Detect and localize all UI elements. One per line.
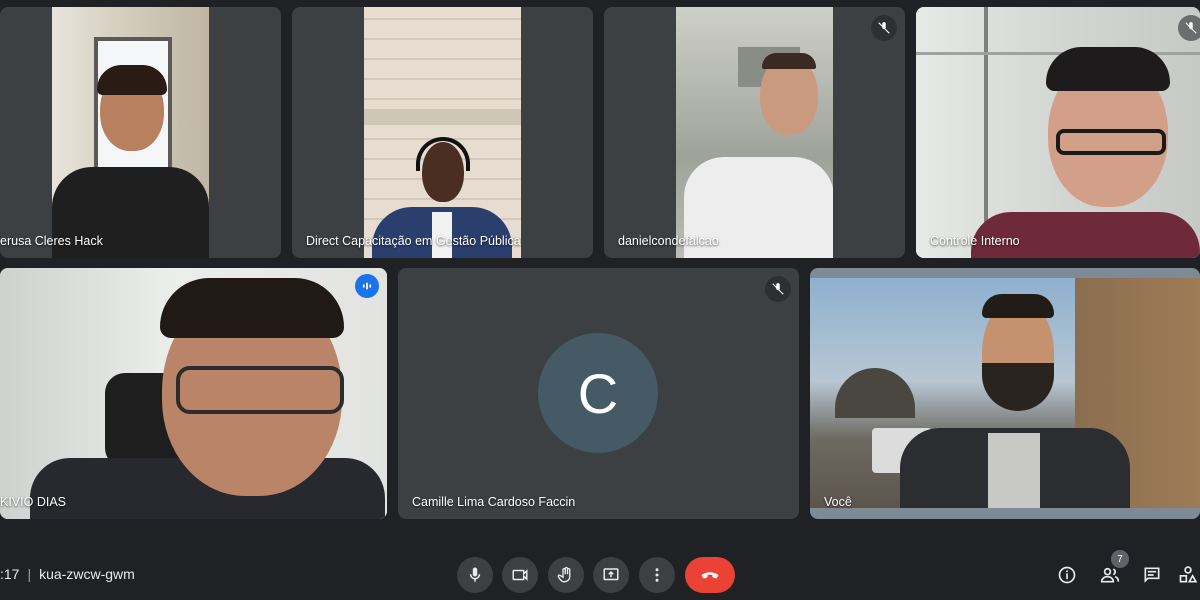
participant-tile-2[interactable]: Direct Capacitação em Gestão Pública bbox=[292, 7, 593, 258]
people-icon bbox=[1100, 567, 1120, 583]
participant-video bbox=[364, 7, 521, 258]
participant-name: erusa Cleres Hack bbox=[0, 234, 103, 248]
participant-tile-self[interactable]: Você bbox=[810, 268, 1200, 519]
participant-name: Camille Lima Cardoso Faccin bbox=[412, 495, 576, 509]
microphone-button[interactable] bbox=[457, 557, 493, 593]
avatar: C bbox=[538, 333, 658, 453]
participant-video bbox=[916, 7, 1200, 258]
present-screen-icon bbox=[603, 568, 619, 581]
camera-button[interactable] bbox=[502, 557, 538, 593]
participant-count-badge: 7 bbox=[1111, 550, 1129, 568]
chat-button[interactable] bbox=[1137, 560, 1167, 590]
muted-mic-icon bbox=[1178, 15, 1200, 41]
participant-name: danielcondefalcao bbox=[618, 234, 719, 248]
raise-hand-button[interactable] bbox=[548, 557, 584, 593]
activities-icon bbox=[1179, 566, 1198, 583]
separator: | bbox=[27, 566, 32, 582]
participant-tile-4[interactable]: Controle Interno bbox=[916, 7, 1200, 258]
end-call-icon bbox=[701, 572, 719, 579]
chat-icon bbox=[1144, 567, 1160, 583]
people-button[interactable]: 7 bbox=[1095, 550, 1129, 590]
participant-tile-3[interactable]: danielcondefalcao bbox=[604, 7, 905, 258]
participant-tile-6[interactable]: C Camille Lima Cardoso Faccin bbox=[398, 268, 799, 519]
more-options-icon bbox=[655, 568, 659, 582]
meeting-info: :17 | kua-zwcw-gwm bbox=[0, 566, 135, 582]
participant-video bbox=[810, 268, 1200, 519]
meeting-time: :17 bbox=[0, 566, 20, 582]
muted-mic-icon bbox=[765, 276, 791, 302]
participant-name: Direct Capacitação em Gestão Pública bbox=[306, 234, 521, 248]
participant-video bbox=[0, 268, 387, 519]
meeting-code: kua-zwcw-gwm bbox=[39, 566, 135, 582]
info-icon bbox=[1058, 566, 1076, 584]
raise-hand-icon bbox=[557, 566, 571, 583]
bottom-control-bar: :17 | kua-zwcw-gwm 7 bbox=[0, 548, 1200, 600]
end-call-button[interactable] bbox=[685, 557, 735, 593]
microphone-icon bbox=[469, 567, 481, 582]
muted-mic-icon bbox=[871, 15, 897, 41]
speaking-indicator-icon bbox=[355, 274, 379, 298]
activities-button[interactable] bbox=[1178, 560, 1200, 590]
camera-icon bbox=[512, 569, 528, 581]
participant-name: Controle Interno bbox=[930, 234, 1020, 248]
present-screen-button[interactable] bbox=[593, 557, 629, 593]
participant-name: Você bbox=[824, 495, 852, 509]
participant-tile-1[interactable]: erusa Cleres Hack bbox=[0, 7, 281, 258]
participant-video bbox=[676, 7, 833, 258]
participant-tile-5[interactable]: KIVIO DIAS bbox=[0, 268, 387, 519]
more-options-button[interactable] bbox=[639, 557, 675, 593]
participant-name: KIVIO DIAS bbox=[0, 495, 66, 509]
info-button[interactable] bbox=[1052, 560, 1082, 590]
participant-video bbox=[52, 7, 209, 258]
